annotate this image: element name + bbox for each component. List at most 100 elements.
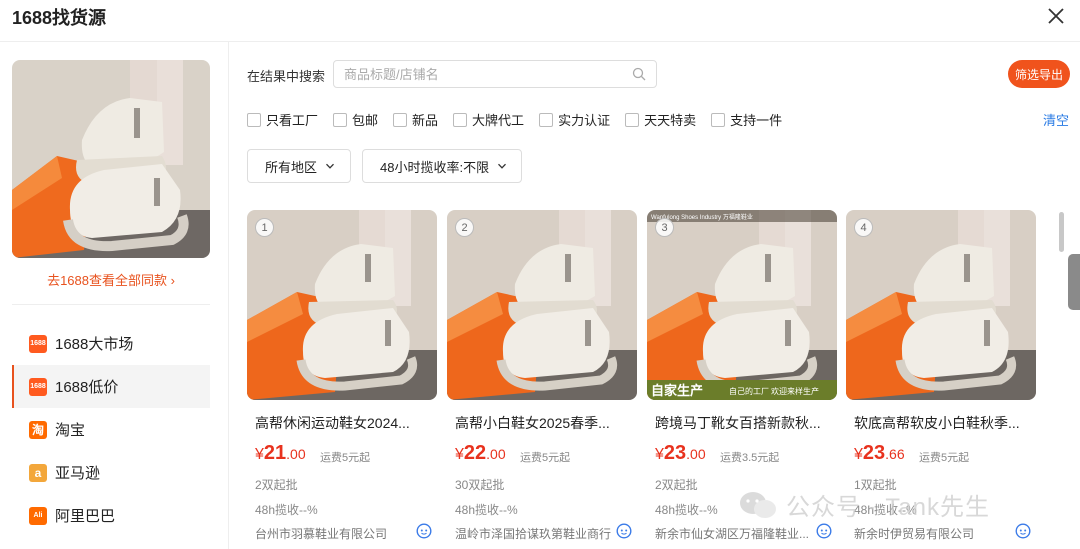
checkbox-label: 包邮 (352, 113, 379, 128)
product-image[interactable]: 4 (846, 210, 1036, 400)
product-image[interactable]: Wanfulong Shoes Industry 万福隆鞋业 自家生产 自己的工厂 … (647, 210, 837, 400)
product-title[interactable]: 跨境马丁靴女百搭新款秋... (655, 413, 833, 433)
chat-icon[interactable] (816, 523, 832, 539)
shipping-fee: 运费5元起 (520, 452, 571, 464)
price-decimal: .66 (885, 446, 905, 462)
product-price: ¥23.00 (655, 442, 706, 465)
min-order: 30双起批 (455, 478, 505, 492)
store-name[interactable]: 温岭市泽国拾谋玖第鞋业商行 (455, 525, 611, 542)
image-overlay-text: 自己的工厂 欢迎来样生产 (729, 386, 819, 396)
search-icon[interactable] (632, 67, 646, 81)
source-label: 阿里巴巴 (55, 508, 116, 525)
price-integer: 21 (263, 442, 287, 464)
source-list: 1688 1688大市场 1688 1688低价 淘 淘宝 a 亚马逊 Ali … (12, 322, 210, 537)
divider (12, 304, 210, 305)
price-integer: 23 (862, 442, 886, 464)
filter-verified[interactable]: 实力认证 (539, 110, 610, 129)
dialog-title: 1688找货源 (12, 8, 107, 28)
checkbox[interactable] (711, 112, 726, 127)
panel-divider (228, 42, 229, 549)
price-currency: ¥ (455, 446, 464, 463)
filter-daily-deal[interactable]: 天天特卖 (625, 110, 696, 129)
clear-filters-link[interactable]: 清空 (1043, 110, 1069, 129)
source-item-taobao[interactable]: 淘 淘宝 (12, 408, 210, 451)
price-decimal: .00 (286, 446, 306, 462)
wechat-icon (740, 491, 776, 518)
export-button[interactable]: 筛选导出 (1008, 60, 1070, 88)
price-decimal: .00 (486, 446, 506, 462)
filter-checkboxes: 只看工厂 包邮 新品 大牌代工 实力认证 天天特卖 支持一件 (247, 110, 797, 129)
checkbox[interactable] (625, 112, 640, 127)
left-panel: 去1688查看全部同款 › 1688 1688大市场 1688 1688低价 淘… (0, 42, 228, 549)
1688-logo-icon: 1688 (29, 334, 47, 353)
product-price: ¥22.00 (455, 442, 506, 465)
product-image[interactable]: 1 (247, 210, 437, 400)
product-title[interactable]: 高帮小白鞋女2025春季... (455, 413, 633, 433)
filter-single-item[interactable]: 支持一件 (711, 110, 782, 129)
shipping-fee: 运费5元起 (919, 452, 970, 464)
close-icon[interactable] (1044, 4, 1068, 28)
checkbox[interactable] (247, 112, 261, 127)
checkbox[interactable] (539, 112, 554, 127)
product-title[interactable]: 高帮休闲运动鞋女2024... (255, 413, 433, 433)
checkbox-label: 大牌代工 (472, 113, 525, 128)
rank-badge: 3 (655, 218, 674, 237)
search-input[interactable] (344, 61, 634, 87)
rank-badge: 4 (854, 218, 873, 237)
source-item-alibaba[interactable]: Ali 阿里巴巴 (12, 494, 210, 537)
price-integer: 22 (463, 442, 487, 464)
product-card[interactable]: 1 高帮休闲运动鞋女2024... ¥21.00 运费5元起 2双起批 48h揽… (247, 210, 437, 549)
source-item-1688-lowprice[interactable]: 1688 1688低价 (12, 365, 210, 408)
store-name[interactable]: 新余时伊贸易有限公司 (854, 525, 1010, 542)
checkbox[interactable] (453, 112, 468, 127)
pickup-rate: 48h揽收--% (655, 503, 718, 517)
watermark: 公众号 · Tank先生 (738, 487, 990, 522)
product-title[interactable]: 软底高帮软皮小白鞋秋季... (854, 413, 1032, 433)
alibaba-logo-icon: Ali (29, 506, 47, 525)
store-name[interactable]: 新余市仙女湖区万福隆鞋业... (655, 525, 811, 542)
scrollbar-thumb[interactable] (1059, 212, 1064, 252)
checkbox-label: 新品 (412, 113, 439, 128)
filter-free-shipping[interactable]: 包邮 (333, 110, 378, 129)
taobao-logo-icon: 淘 (29, 420, 47, 439)
pickup-rate: 48h揽收--% (455, 503, 518, 517)
scrollbar[interactable] (1056, 210, 1064, 549)
pickup-rate: 48h揽收--% (255, 503, 318, 517)
side-collapse-tab[interactable] (1068, 254, 1080, 310)
product-card[interactable]: 2 高帮小白鞋女2025春季... ¥22.00 运费5元起 30双起批 48h… (447, 210, 637, 549)
1688-logo-icon: 1688 (29, 377, 47, 396)
filter-brand-oem[interactable]: 大牌代工 (453, 110, 524, 129)
product-price: ¥23.66 (854, 442, 905, 465)
checkbox[interactable] (393, 112, 408, 127)
checkbox-label: 支持一件 (730, 113, 783, 128)
checkbox[interactable] (333, 112, 348, 127)
chat-icon[interactable] (416, 523, 432, 539)
shipping-fee: 运费3.5元起 (720, 452, 780, 464)
store-name[interactable]: 台州市羽慕鞋业有限公司 (255, 525, 411, 542)
price-currency: ¥ (655, 446, 664, 463)
source-product-image (12, 60, 210, 258)
region-dropdown[interactable]: 所有地区 (247, 149, 351, 183)
search-box (333, 60, 657, 88)
chat-icon[interactable] (1015, 523, 1031, 539)
checkbox-label: 只看工厂 (266, 113, 319, 128)
product-image[interactable]: 2 (447, 210, 637, 400)
chevron-down-icon (326, 163, 334, 169)
checkbox-label: 天天特卖 (644, 113, 697, 128)
pickup-rate-dropdown[interactable]: 48小时揽收率:不限 (362, 149, 522, 183)
price-decimal: .00 (686, 446, 706, 462)
source-label: 1688大市场 (55, 336, 134, 353)
source-item-amazon[interactable]: a 亚马逊 (12, 451, 210, 494)
source-item-1688-market[interactable]: 1688 1688大市场 (12, 322, 210, 365)
dropdown-value: 所有地区 (265, 159, 318, 175)
dialog-header: 1688找货源 (0, 0, 1080, 42)
see-all-link[interactable]: 去1688查看全部同款 › (12, 270, 210, 289)
filter-factory-only[interactable]: 只看工厂 (247, 110, 318, 129)
product-price: ¥21.00 (255, 442, 306, 465)
shipping-fee: 运费5元起 (320, 452, 371, 464)
chat-icon[interactable] (616, 523, 632, 539)
filter-new[interactable]: 新品 (393, 110, 438, 129)
dropdown-value: 48小时揽收率:不限 (380, 159, 490, 175)
price-integer: 23 (663, 442, 687, 464)
chevron-down-icon (498, 163, 507, 169)
